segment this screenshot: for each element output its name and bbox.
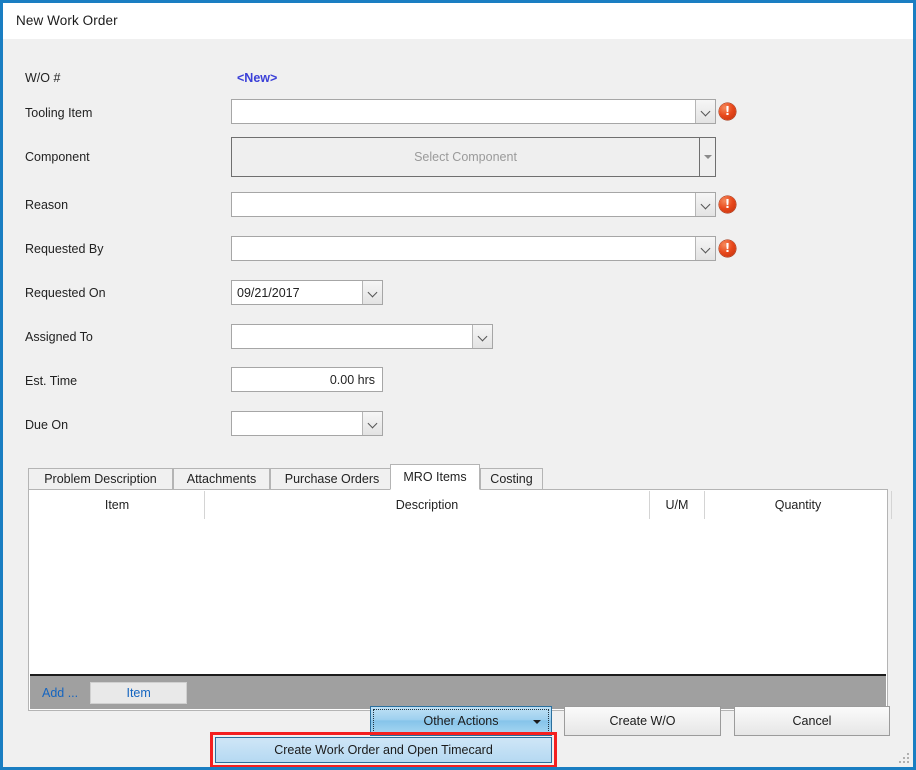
error-icon-tooling-item: ! [719,103,736,120]
error-glyph: ! [724,197,731,211]
grid-body-empty[interactable] [30,519,886,676]
tab-purchase-orders[interactable]: Purchase Orders [270,468,394,490]
est-time-value: 0.00 hrs [329,372,375,387]
reason-value[interactable] [232,193,695,216]
tab-costing[interactable]: Costing [480,468,543,490]
requested-by-value[interactable] [232,237,695,260]
tab-problem-description[interactable]: Problem Description [28,468,173,490]
tab-label: MRO Items [403,470,467,484]
grid-column-quantity[interactable]: Quantity [705,491,892,519]
component-placeholder: Select Component [232,138,699,176]
create-wo-label: Create W/O [609,714,676,728]
label-tooling-item: Tooling Item [25,106,93,120]
tab-label: Problem Description [44,472,157,486]
tooling-item-value[interactable] [232,100,695,123]
grid-footer-toolbar: Add ... Item [30,676,886,709]
resize-grip[interactable] [896,750,909,763]
chevron-down-icon[interactable] [695,237,715,260]
mro-items-grid[interactable]: Item Description U/M Quantity Add ... It… [30,491,892,709]
tab-label: Costing [490,472,533,486]
chevron-down-icon[interactable] [695,193,715,216]
error-glyph: ! [724,104,731,118]
create-wo-button[interactable]: Create W/O [564,706,721,736]
label-est-time: Est. Time [25,374,78,388]
caret-down-icon [533,720,541,724]
add-item-button[interactable]: Item [90,681,188,704]
requested-on-value[interactable]: 09/21/2017 [232,281,362,304]
error-icon-requested-by: ! [719,240,736,257]
assigned-to-combobox[interactable] [231,324,493,349]
label-reason: Reason [25,198,69,212]
window-titlebar: New Work Order [3,3,913,39]
est-time-input[interactable]: 0.00 hrs [231,367,383,392]
tabpage-mro-items: Item Description U/M Quantity Add ... It… [28,489,892,711]
grid-column-description[interactable]: Description [205,491,650,519]
chevron-down-icon[interactable] [695,100,715,123]
tab-attachments[interactable]: Attachments [173,468,270,490]
new-work-order-window: New Work Order W/O # <New> Tooling Item … [0,0,916,770]
grid-column-um[interactable]: U/M [650,491,705,519]
value-wo-number: <New> [237,71,278,85]
label-assigned-to: Assigned To [25,330,93,344]
grid-column-item[interactable]: Item [30,491,205,519]
grid-header-row: Item Description U/M Quantity [30,491,892,520]
other-actions-label: Other Actions [423,714,499,728]
tabstrip: Problem Description Attachments Purchase… [28,464,888,490]
add-link[interactable]: Add ... [42,686,78,700]
chevron-down-icon[interactable] [472,325,492,348]
label-component: Component [25,150,90,164]
tab-mro-items[interactable]: MRO Items [390,464,480,490]
dialog-body: W/O # <New> Tooling Item ! Component Sel… [3,39,913,767]
requested-on-datepicker[interactable]: 09/21/2017 [231,280,383,305]
menu-item-create-work-order-and-open-timecard[interactable]: Create Work Order and Open Timecard [215,737,552,763]
due-on-datepicker[interactable] [231,411,383,436]
other-actions-button[interactable]: Other Actions [370,706,552,736]
chevron-down-icon[interactable] [362,412,382,435]
window-title: New Work Order [16,13,118,28]
chevron-down-icon[interactable] [699,138,715,176]
label-due-on: Due On [25,418,69,432]
assigned-to-value[interactable] [232,325,472,348]
label-requested-on: Requested On [25,286,106,300]
menu-item-label: Create Work Order and Open Timecard [274,743,493,757]
requested-by-combobox[interactable] [231,236,716,261]
cancel-label: Cancel [792,714,832,728]
error-glyph: ! [724,241,731,255]
tooling-item-combobox[interactable] [231,99,716,124]
label-wo-number: W/O # [25,71,61,85]
component-selector[interactable]: Select Component [231,137,716,177]
chevron-down-icon[interactable] [362,281,382,304]
reason-combobox[interactable] [231,192,716,217]
label-requested-by: Requested By [25,242,104,256]
cancel-button[interactable]: Cancel [734,706,890,736]
error-icon-reason: ! [719,196,736,213]
due-on-value[interactable] [232,412,362,435]
tab-label: Attachments [186,472,257,486]
tab-label: Purchase Orders [284,472,380,486]
